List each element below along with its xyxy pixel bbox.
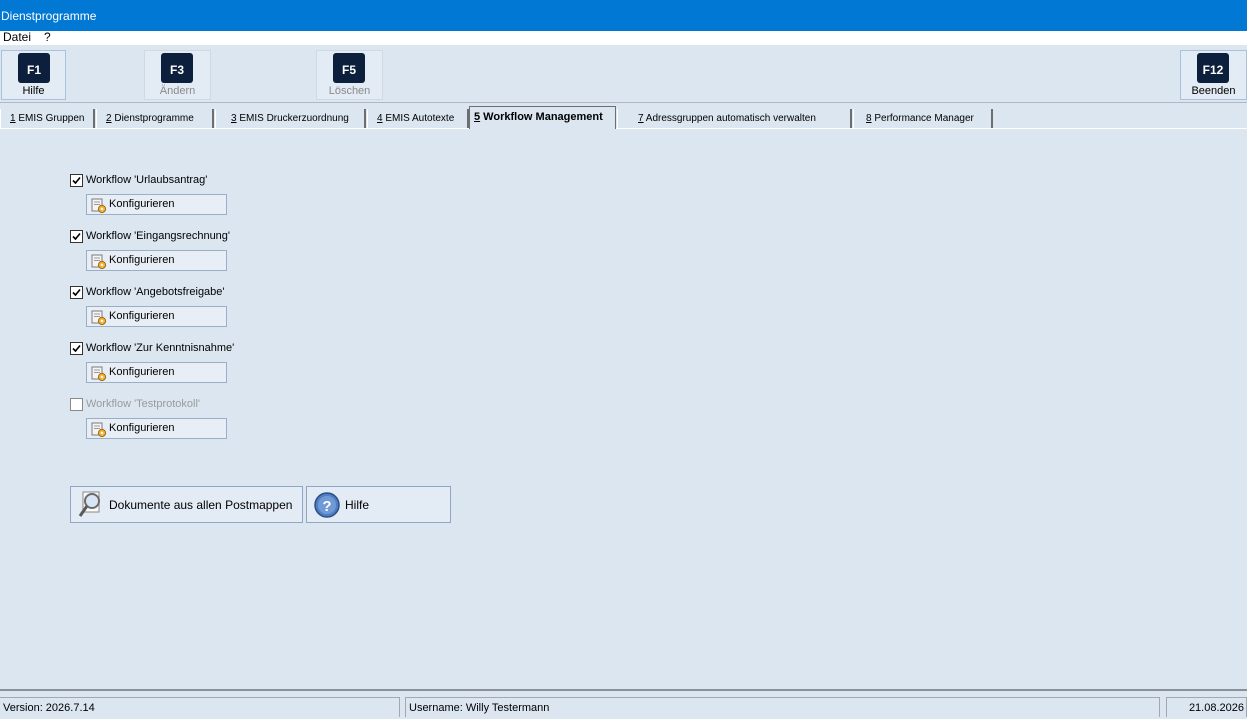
tab-dienstprogramme[interactable]: 2 Dienstprogramme — [96, 109, 214, 128]
configure-button-label: Konfigurieren — [109, 366, 175, 378]
configure-button-label: Konfigurieren — [109, 310, 175, 322]
configure-angebotsfreigabe-button[interactable]: Konfigurieren — [86, 306, 227, 327]
configure-testprotokoll-button[interactable]: Konfigurieren — [86, 418, 227, 439]
workflow-urlaubsantrag-label: Workflow 'Urlaubsantrag' — [86, 174, 208, 186]
window-title: Dienstprogramme — [1, 9, 97, 23]
delete-button-label: Löschen — [328, 85, 371, 97]
configure-gear-icon — [91, 310, 107, 326]
magnifier-icon — [78, 491, 100, 517]
workflow-eingangsrechnung-label: Workflow 'Eingangsrechnung' — [86, 230, 231, 242]
workflow-kenntnisnahme-label: Workflow 'Zur Kenntnisnahme' — [86, 342, 235, 354]
menu-help[interactable]: ? — [44, 30, 51, 44]
status-bar: Version: 2026.7.14 Username: Willy Teste… — [0, 689, 1247, 718]
svg-text:?: ? — [322, 498, 331, 515]
configure-kenntnisnahme-button[interactable]: Konfigurieren — [86, 362, 227, 383]
checkmark-icon — [72, 288, 81, 297]
help-action-button[interactable]: ? Hilfe — [306, 486, 451, 523]
workflow-eingangsrechnung-checkbox[interactable] — [70, 230, 83, 243]
f5-key-icon: F5 — [333, 53, 365, 83]
f1-key-icon: F1 — [18, 53, 50, 83]
tab-performance-manager[interactable]: 8 Performance Manager — [853, 109, 993, 128]
status-date: 21.08.2026 — [1166, 697, 1247, 717]
configure-gear-icon — [91, 422, 107, 438]
f12-key-icon: F12 — [1197, 53, 1229, 83]
tab-emis-druckerzuordnung[interactable]: 3 EMIS Druckerzuordnung — [215, 109, 366, 128]
configure-eingangsrechnung-button[interactable]: Konfigurieren — [86, 250, 227, 271]
exit-button-label: Beenden — [1191, 85, 1236, 97]
tab-bar: 1 EMIS Gruppen 2 Dienstprogramme 3 EMIS … — [0, 106, 1247, 129]
tab-adressgruppen[interactable]: 7 Adressgruppen automatisch verwalten — [617, 109, 852, 128]
configure-button-label: Konfigurieren — [109, 254, 175, 266]
tab-workflow-management[interactable]: 5 Workflow Management — [469, 106, 616, 129]
toolbar: F1 Hilfe F3 Ändern F5 Löschen F12 Beende… — [0, 45, 1247, 103]
tab-emis-autotexte[interactable]: 4 EMIS Autotexte — [367, 109, 469, 128]
workflow-urlaubsantrag-checkbox[interactable] — [70, 174, 83, 187]
exit-button[interactable]: F12 Beenden — [1180, 50, 1247, 100]
workflow-kenntnisnahme-checkbox[interactable] — [70, 342, 83, 355]
documents-all-postmappen-button[interactable]: Dokumente aus allen Postmappen — [70, 486, 303, 523]
status-username: Username: Willy Testermann — [405, 697, 1160, 717]
configure-gear-icon — [91, 254, 107, 270]
workflow-angebotsfreigabe-checkbox[interactable] — [70, 286, 83, 299]
workflow-angebotsfreigabe-label: Workflow 'Angebotsfreigabe' — [86, 286, 225, 298]
configure-gear-icon — [91, 198, 107, 214]
workflow-testprotokoll-label: Workflow 'Testprotokoll' — [86, 398, 201, 410]
configure-button-label: Konfigurieren — [109, 198, 175, 210]
status-version: Version: 2026.7.14 — [0, 697, 400, 717]
edit-button[interactable]: F3 Ändern — [144, 50, 211, 100]
help-question-icon: ? — [314, 492, 340, 518]
help-button[interactable]: F1 Hilfe — [1, 50, 66, 100]
menu-datei[interactable]: Datei — [3, 30, 31, 44]
documents-button-label: Dokumente aus allen Postmappen — [109, 498, 293, 512]
workflow-testprotokoll-checkbox[interactable] — [70, 398, 83, 411]
configure-button-label: Konfigurieren — [109, 422, 175, 434]
menu-bar: Datei ? — [0, 30, 1247, 45]
help-action-label: Hilfe — [345, 498, 370, 512]
checkmark-icon — [72, 344, 81, 353]
configure-gear-icon — [91, 366, 107, 382]
configure-urlaubsantrag-button[interactable]: Konfigurieren — [86, 194, 227, 215]
tab-emis-gruppen[interactable]: 1 EMIS Gruppen — [0, 109, 95, 128]
f3-key-icon: F3 — [161, 53, 193, 83]
title-bar: Dienstprogramme — [0, 0, 1247, 31]
help-button-label: Hilfe — [22, 85, 45, 97]
edit-button-label: Ändern — [159, 85, 196, 97]
checkmark-icon — [72, 232, 81, 241]
delete-button[interactable]: F5 Löschen — [316, 50, 383, 100]
checkmark-icon — [72, 176, 81, 185]
